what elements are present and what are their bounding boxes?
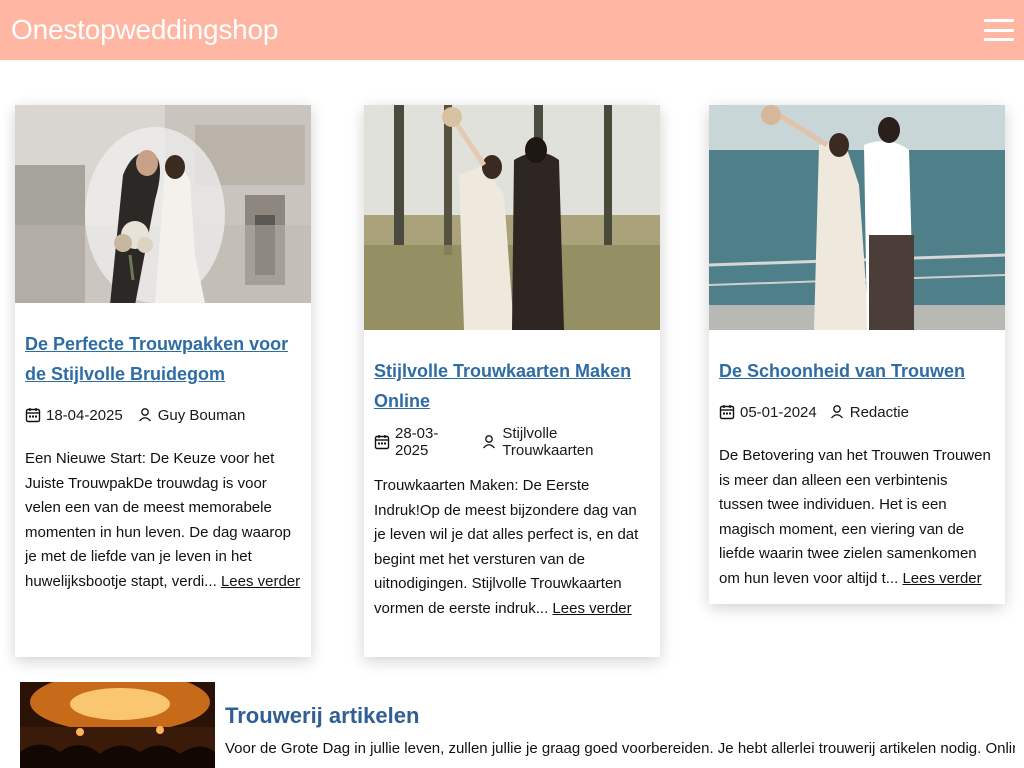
post-excerpt: Een Nieuwe Start: De Keuze voor het Juis… <box>25 447 301 657</box>
article-heading[interactable]: Trouwerij artikelen <box>225 703 419 729</box>
post-excerpt: Trouwkaarten Maken: De Eerste Indruk!Op … <box>374 474 650 657</box>
post-meta: 18-04-2025 Guy Bouman <box>25 405 301 425</box>
post-card: De Perfecte Trouwpakken voor de Stijlvol… <box>15 105 311 657</box>
article-image[interactable] <box>20 682 215 768</box>
site-header: Onestopweddingshop <box>0 0 1024 60</box>
post-excerpt-text: Een Nieuwe Start: De Keuze voor het Juis… <box>25 450 292 590</box>
read-more-link[interactable]: Lees verder <box>221 573 300 590</box>
post-author: Stijlvolle Trouwkaarten <box>502 425 594 459</box>
site-title[interactable]: Onestopweddingshop <box>11 14 278 46</box>
post-title-link[interactable]: De Schoonheid van Trouwen <box>719 356 995 386</box>
post-title-link[interactable]: Stijlvolle Trouwkaarten Maken Online <box>374 356 650 416</box>
post-author: Guy Bouman <box>157 406 246 424</box>
post-date: 28-03-2025 <box>395 425 439 459</box>
post-excerpt: De Betovering van het Trouwen Trouwen is… <box>719 444 995 604</box>
calendar-icon <box>719 404 735 420</box>
post-author: Redactie <box>849 403 909 421</box>
read-more-link[interactable]: Lees verder <box>552 600 631 617</box>
post-date: 05-01-2024 <box>740 403 817 421</box>
article-text: Voor de Grote Dag in jullie leven, zulle… <box>225 740 1015 757</box>
post-image[interactable] <box>364 105 660 330</box>
read-more-link[interactable]: Lees verder <box>902 570 981 587</box>
user-icon <box>137 407 153 423</box>
post-excerpt-text: De Betovering van het Trouwen Trouwen is… <box>719 447 991 587</box>
post-title-link[interactable]: De Perfecte Trouwpakken voor de Stijlvol… <box>25 329 301 389</box>
post-meta: 28-03-2025 Stijlvolle Trouwkaarten <box>374 425 650 459</box>
post-card: De Schoonheid van Trouwen 05-01-2024 Red… <box>709 105 1005 604</box>
post-excerpt-text: Trouwkaarten Maken: De Eerste Indruk!Op … <box>374 477 639 617</box>
calendar-icon <box>374 434 390 450</box>
calendar-icon <box>25 407 41 423</box>
post-date: 18-04-2025 <box>46 406 123 424</box>
user-icon <box>481 434 497 450</box>
post-card: Stijlvolle Trouwkaarten Maken Online 28-… <box>364 105 660 657</box>
user-icon <box>829 404 845 420</box>
post-meta: 05-01-2024 Redactie <box>719 402 995 422</box>
hamburger-menu-icon[interactable] <box>984 19 1014 41</box>
post-image[interactable] <box>15 105 311 303</box>
post-image[interactable] <box>709 105 1005 330</box>
